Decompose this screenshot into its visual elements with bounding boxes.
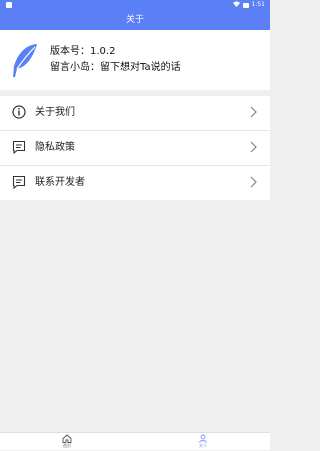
status-time: 1:51 (251, 1, 265, 8)
status-icons: 1:51 (232, 1, 265, 9)
menu-item-contact-developer[interactable]: 联系开发者 (0, 166, 270, 200)
version-value: 1.0.2 (90, 46, 116, 57)
tab-home[interactable]: 首页 (32, 433, 102, 451)
bottom-nav: 首页 关于 (0, 432, 270, 450)
status-bar: 1:51 (0, 0, 270, 10)
home-icon (62, 434, 72, 443)
battery-icon (242, 2, 249, 8)
menu-item-label: 关于我们 (35, 107, 75, 118)
content-area (0, 200, 270, 432)
page-title: 关于 (0, 10, 270, 30)
tab-label: 首页 (63, 443, 71, 448)
message-icon (12, 175, 26, 189)
menu-item-label: 联系开发者 (35, 177, 85, 188)
user-icon (199, 434, 207, 443)
tab-label: 关于 (199, 443, 207, 448)
status-notification-icon (6, 2, 12, 8)
menu-item-label: 隐私政策 (35, 142, 75, 153)
slogan-line: 留言小岛：留下想对Ta说的话 (50, 60, 181, 76)
chevron-right-icon (250, 106, 257, 118)
settings-menu: 关于我们 隐私政策 联系开发者 (0, 96, 270, 200)
message-icon (12, 140, 26, 154)
slogan-text: 留下想对Ta说的话 (100, 62, 181, 73)
tab-about[interactable]: 关于 (168, 433, 238, 451)
version-line: 版本号：1.0.2 (50, 44, 181, 60)
chevron-right-icon (250, 176, 257, 188)
chevron-right-icon (250, 141, 257, 153)
app-info-text: 版本号：1.0.2 留言小岛：留下想对Ta说的话 (50, 44, 181, 76)
version-label: 版本号： (50, 46, 90, 57)
menu-item-privacy-policy[interactable]: 隐私政策 (0, 131, 270, 166)
menu-item-about-us[interactable]: 关于我们 (0, 96, 270, 131)
info-icon (12, 105, 26, 119)
feather-icon (9, 42, 41, 78)
wifi-icon (232, 1, 240, 9)
slogan-prefix: 留言小岛： (50, 62, 100, 73)
